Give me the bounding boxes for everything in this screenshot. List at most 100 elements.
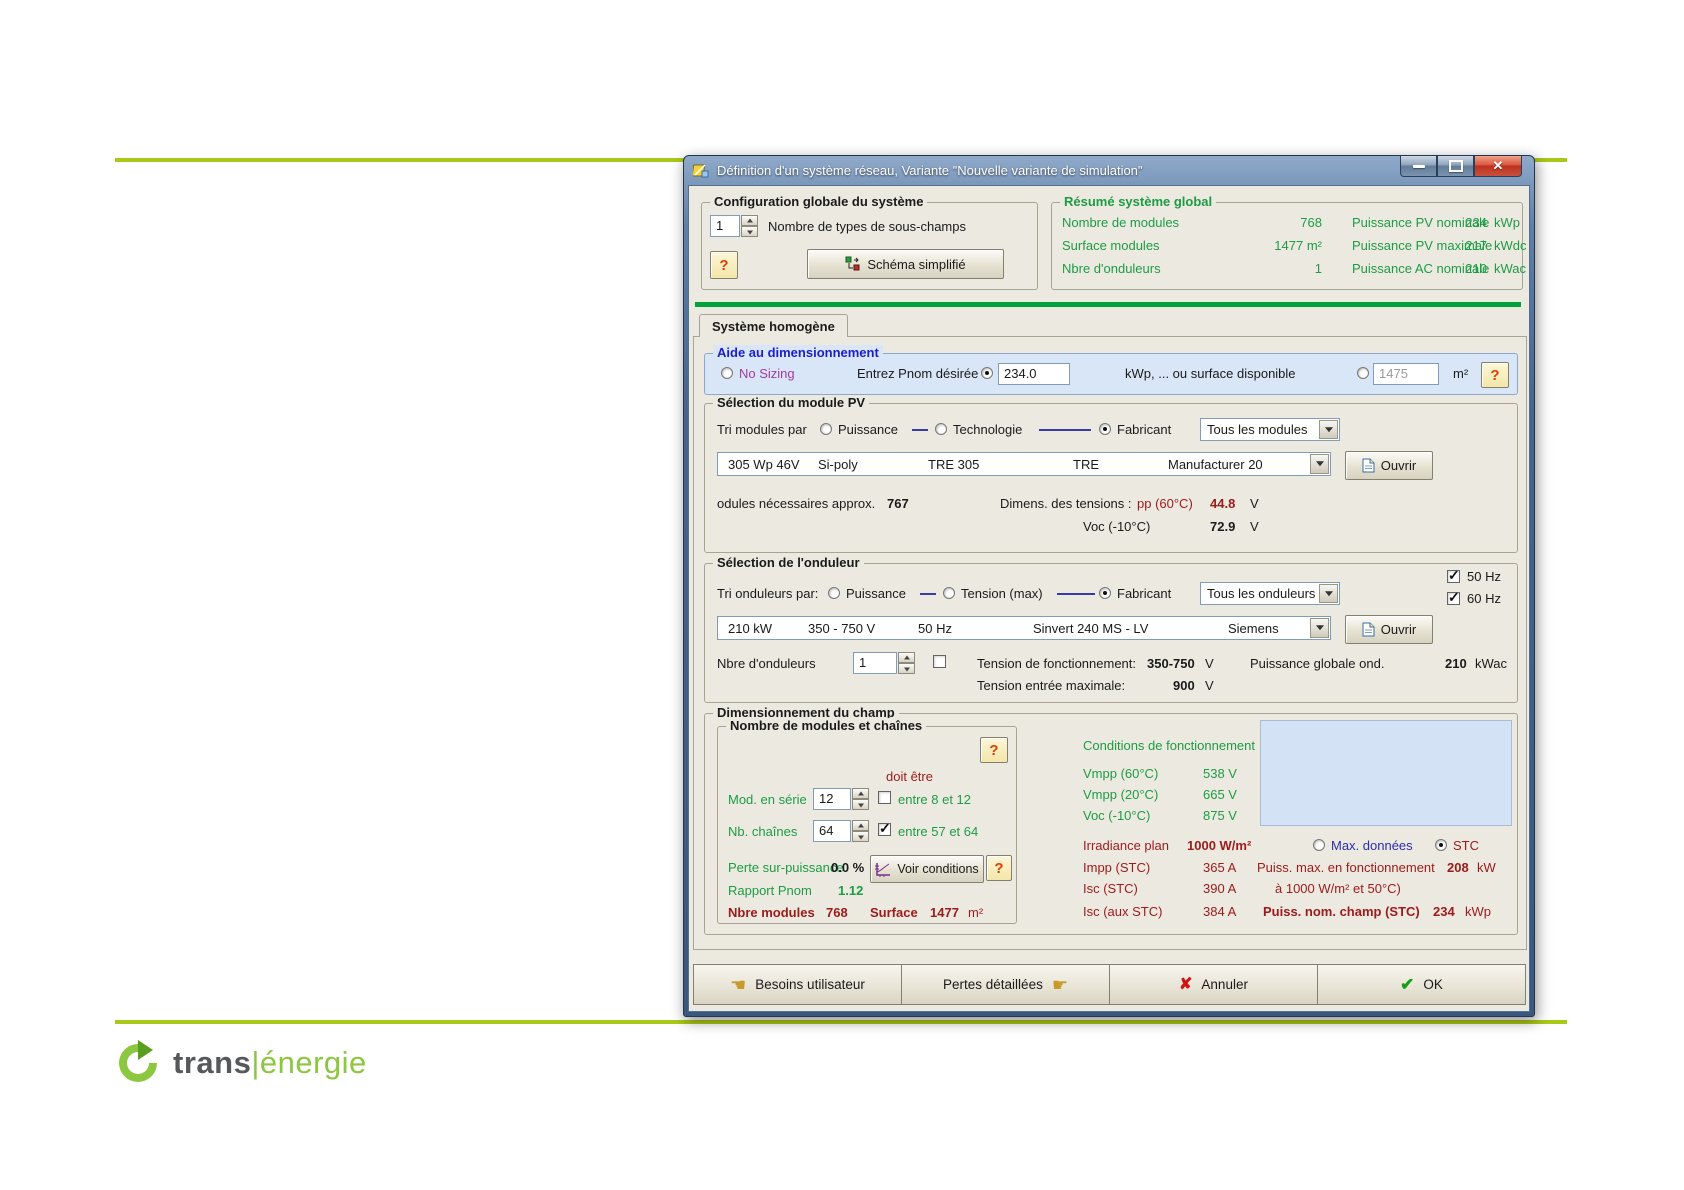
subfield-count-input[interactable]: 1 <box>710 215 740 237</box>
window-title: Définition d'un système réseau, Variante… <box>717 163 1143 178</box>
document-icon <box>1362 622 1375 637</box>
section-divider <box>695 302 1521 307</box>
loss-label: Perte sur-puissance <box>728 860 844 875</box>
sizing-help-button[interactable]: ? <box>1481 362 1509 388</box>
impp-value: 365 A <box>1203 860 1236 875</box>
chains-range-checkbox[interactable] <box>878 823 891 836</box>
chevron-down-icon[interactable] <box>1319 584 1338 603</box>
logo-icon <box>113 1038 165 1088</box>
operating-voltage-label: Tension de fonctionnement: <box>977 656 1136 671</box>
inverter-sort-power-label: Puissance <box>846 586 906 601</box>
module-sort-tech-label: Technologie <box>953 422 1022 437</box>
max-voltage-unit: V <box>1205 678 1214 693</box>
global-power-unit: kWac <box>1475 656 1507 671</box>
stc-radio[interactable] <box>1435 839 1447 851</box>
hand-left-icon: ☚ <box>730 976 746 994</box>
annuler-button[interactable]: ✘ Annuler <box>1109 964 1318 1005</box>
tab-systeme-homogene[interactable]: Système homogène <box>699 314 848 337</box>
summary-groupbox: Résumé système global Nombre de modules … <box>1051 202 1523 290</box>
module-sort-maker-radio[interactable] <box>1099 423 1111 435</box>
voc-label: Voc (-10°C) <box>1083 808 1150 823</box>
bottom-accent-line <box>115 1020 1567 1024</box>
voir-conditions-button[interactable]: Voir conditions <box>870 855 984 883</box>
global-power-label: Puissance globale ond. <box>1250 656 1384 671</box>
subfield-count-spinner[interactable] <box>741 215 758 237</box>
pnom-label: Entrez Pnom désirée <box>857 366 978 381</box>
minimize-icon <box>1413 165 1425 168</box>
inverter-filter-select[interactable]: Tous les onduleurs <box>1200 582 1340 605</box>
ok-button[interactable]: ✔ OK <box>1317 964 1526 1005</box>
summary-value: 234 <box>1442 215 1487 230</box>
isc-note: à 1000 W/m² et 50°C) <box>1275 881 1401 896</box>
module-sort-tech-radio[interactable] <box>935 423 947 435</box>
summary-label: Nbre d'onduleurs <box>1062 261 1161 276</box>
sizing-title: Aide au dimensionnement <box>713 345 883 360</box>
besoins-utilisateur-button[interactable]: ☚ Besoins utilisateur <box>693 964 902 1005</box>
summary-value: 1 <box>1227 261 1322 276</box>
maximize-button[interactable] <box>1437 156 1474 177</box>
minimize-button[interactable] <box>1400 156 1437 177</box>
vmpp20-value: 665 V <box>1203 787 1237 802</box>
pmax-value: 208 <box>1447 860 1469 875</box>
inverter-sort-maker-label: Fabricant <box>1117 586 1171 601</box>
stc-label: STC <box>1453 838 1479 853</box>
summary-unit: kWp <box>1494 215 1520 230</box>
chevron-down-icon[interactable] <box>1310 618 1329 638</box>
pertes-detaillees-button[interactable]: Pertes détaillées ☛ <box>901 964 1110 1005</box>
summary-value: 217 <box>1442 238 1487 253</box>
summary-unit: kWac <box>1494 261 1526 276</box>
schema-simplifie-button[interactable]: Schéma simplifié <box>807 249 1004 279</box>
freq-50hz-checkbox[interactable] <box>1447 570 1460 583</box>
inverter-sort-maker-radio[interactable] <box>1099 587 1111 599</box>
inverter-count-input[interactable]: 1 <box>853 652 897 674</box>
series-spinner[interactable] <box>852 788 869 810</box>
config-help-button[interactable]: ? <box>710 251 738 279</box>
max-donnees-radio[interactable] <box>1313 839 1325 851</box>
no-sizing-radio[interactable] <box>721 367 733 379</box>
pnom-input[interactable]: 234.0 <box>998 363 1070 385</box>
inverter-col-voltage: 350 - 750 V <box>808 621 875 636</box>
inverter-sort-power-radio[interactable] <box>828 587 840 599</box>
inverter-sort-voltage-radio[interactable] <box>943 587 955 599</box>
conditions-title: Conditions de fonctionnement <box>1083 738 1255 753</box>
max-voltage-label: Tension entrée maximale: <box>977 678 1125 693</box>
module-filter-select[interactable]: Tous les modules <box>1200 418 1340 441</box>
surface-input[interactable]: 1475 <box>1373 363 1439 385</box>
chains-input[interactable]: 64 <box>813 820 851 842</box>
module-sort-label: Tri modules par <box>717 422 807 437</box>
close-button[interactable]: ✕ <box>1474 156 1522 177</box>
chains-help-button[interactable]: ? <box>980 737 1008 763</box>
voc-value: 875 V <box>1203 808 1237 823</box>
inverter-open-button[interactable]: Ouvrir <box>1345 615 1433 644</box>
global-power-value: 210 <box>1445 656 1467 671</box>
besoins-label: Besoins utilisateur <box>755 977 865 992</box>
sort-dash <box>1057 593 1095 595</box>
conditions-help-button[interactable]: ? <box>986 855 1012 881</box>
module-filter-value: Tous les modules <box>1207 422 1307 437</box>
freq-60hz-checkbox[interactable] <box>1447 592 1460 605</box>
schema-button-label: Schéma simplifié <box>867 257 965 272</box>
module-approx-label: odules nécessaires approx. <box>717 496 875 511</box>
series-input[interactable]: 12 <box>813 788 851 810</box>
isc-label: Isc (STC) <box>1083 881 1138 896</box>
inverter-count-spinner[interactable] <box>898 652 915 674</box>
module-sort-power-radio[interactable] <box>820 423 832 435</box>
chains-spinner[interactable] <box>852 820 869 842</box>
chevron-down-icon[interactable] <box>1319 420 1338 439</box>
module-combo[interactable]: 305 Wp 46V Si-poly TRE 305 TRE Manufactu… <box>717 452 1331 476</box>
field-pnom-unit: kWp <box>1465 904 1491 919</box>
inverter-col-freq: 50 Hz <box>918 621 952 636</box>
pnom-radio[interactable] <box>981 367 993 379</box>
tab-content: Aide au dimensionnement No Sizing Entrez… <box>693 336 1527 950</box>
dialog-client-area: Configuration globale du système 1 Nombr… <box>688 185 1530 1012</box>
app-icon <box>693 163 710 179</box>
operating-voltage-value: 350-750 <box>1147 656 1195 671</box>
series-range-checkbox[interactable] <box>878 791 891 804</box>
chevron-down-icon[interactable] <box>1310 454 1329 474</box>
close-icon: ✕ <box>1493 158 1504 174</box>
module-open-button[interactable]: Ouvrir <box>1345 451 1433 480</box>
inverter-combo[interactable]: 210 kW 350 - 750 V 50 Hz Sinvert 240 MS … <box>717 616 1331 640</box>
max-voltage-value: 900 <box>1173 678 1195 693</box>
inverter-checkbox[interactable] <box>933 655 946 668</box>
surface-radio[interactable] <box>1357 367 1369 379</box>
